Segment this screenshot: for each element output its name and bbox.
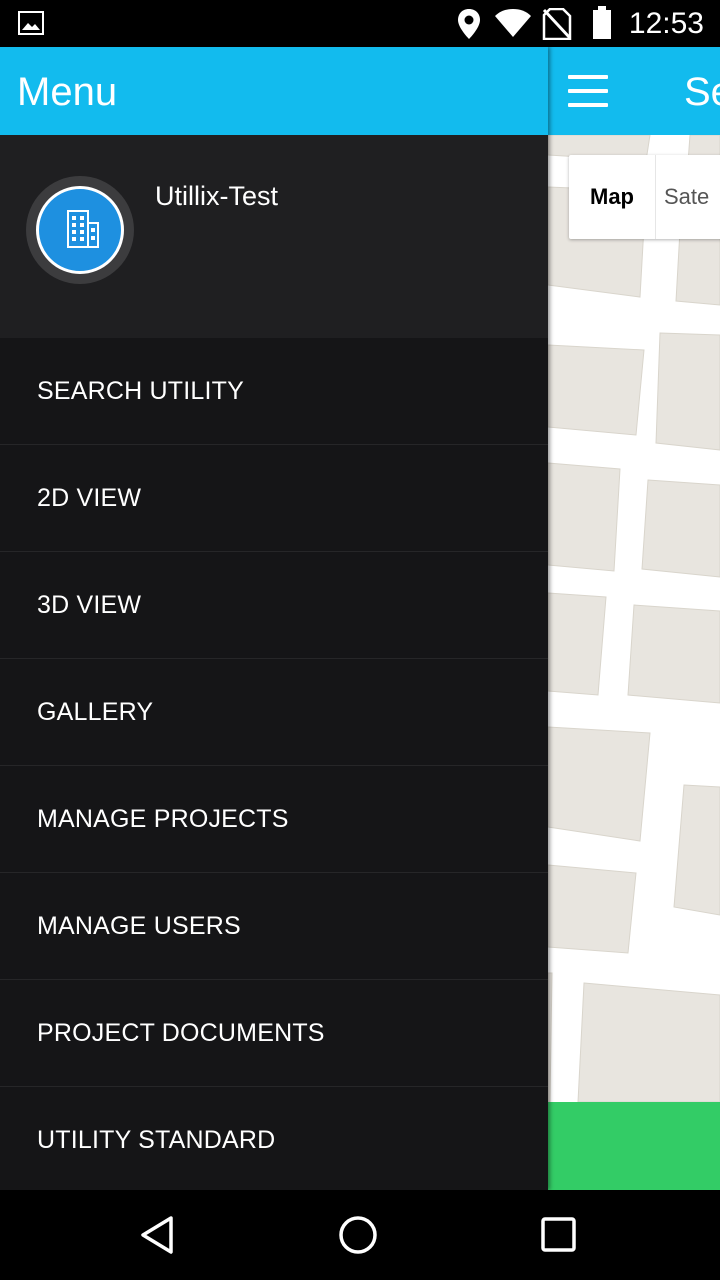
map-type-toggle: Map Sate [569, 155, 720, 239]
menu-item-utility-standard[interactable]: UTILITY STANDARD [0, 1087, 548, 1193]
image-notification-icon [18, 11, 44, 40]
menu-item-label: PROJECT DOCUMENTS [37, 1018, 325, 1047]
menu-item-label: 2D VIEW [37, 483, 142, 512]
menu-item-manage-projects[interactable]: MANAGE PROJECTS [0, 766, 548, 873]
map-type-map-tab[interactable]: Map [569, 155, 656, 239]
recents-icon[interactable] [536, 1212, 582, 1258]
navigation-drawer: Menu Utillix-Test SEARCH UTILITY 2D VIEW… [0, 47, 548, 1190]
battery-icon [592, 6, 612, 45]
drawer-menu: SEARCH UTILITY 2D VIEW 3D VIEW GALLERY M… [0, 338, 548, 1193]
menu-item-gallery[interactable]: GALLERY [0, 659, 548, 766]
back-icon[interactable] [135, 1212, 181, 1258]
drawer-header: Menu [0, 47, 548, 135]
status-time: 12:53 [628, 7, 704, 40]
menu-item-3d-view[interactable]: 3D VIEW [0, 552, 548, 659]
no-sim-icon [542, 7, 572, 45]
menu-item-2d-view[interactable]: 2D VIEW [0, 445, 548, 552]
status-bar: 12:53 [0, 0, 720, 47]
bottom-action-bar[interactable] [548, 1102, 720, 1190]
map-type-satellite-tab[interactable]: Sate [656, 155, 720, 239]
hamburger-menu-icon[interactable] [566, 75, 610, 109]
avatar[interactable] [26, 176, 134, 284]
menu-item-project-documents[interactable]: PROJECT DOCUMENTS [0, 980, 548, 1087]
location-icon [456, 8, 482, 45]
map-streets-graphic [548, 135, 720, 1102]
main-screen: Se Map Sate [548, 47, 720, 1190]
menu-item-label: 3D VIEW [37, 590, 142, 619]
drawer-title: Menu [17, 70, 118, 114]
menu-item-label: UTILITY STANDARD [37, 1125, 276, 1154]
menu-item-label: MANAGE USERS [37, 911, 241, 940]
home-icon[interactable] [335, 1212, 381, 1258]
menu-item-label: GALLERY [37, 697, 154, 726]
screen-title: Se [684, 70, 720, 114]
screen-toolbar: Se [548, 47, 720, 135]
menu-item-label: SEARCH UTILITY [37, 376, 244, 405]
system-nav-bar [0, 1190, 720, 1280]
map-view[interactable]: Map Sate [548, 135, 720, 1102]
menu-item-manage-users[interactable]: MANAGE USERS [0, 873, 548, 980]
profile-section: Utillix-Test [0, 135, 548, 338]
menu-item-label: MANAGE PROJECTS [37, 804, 289, 833]
menu-item-search-utility[interactable]: SEARCH UTILITY [0, 338, 548, 445]
profile-name: Utillix-Test [155, 181, 279, 211]
wifi-icon [494, 8, 532, 43]
building-icon [36, 186, 124, 274]
